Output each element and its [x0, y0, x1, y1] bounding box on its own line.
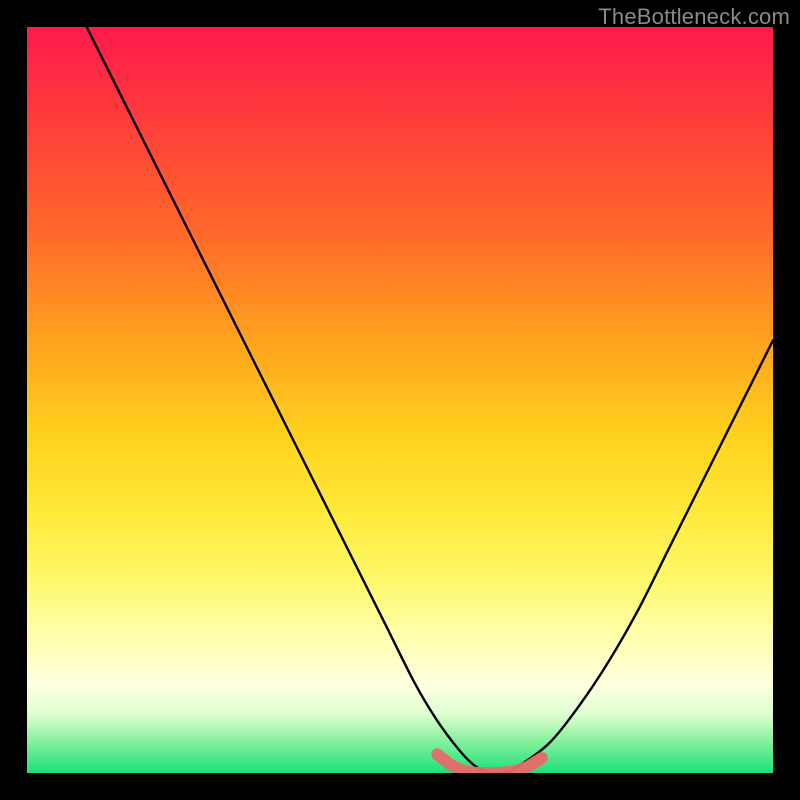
chart-frame: TheBottleneck.com: [0, 0, 800, 800]
chart-gradient-background: [27, 27, 773, 773]
